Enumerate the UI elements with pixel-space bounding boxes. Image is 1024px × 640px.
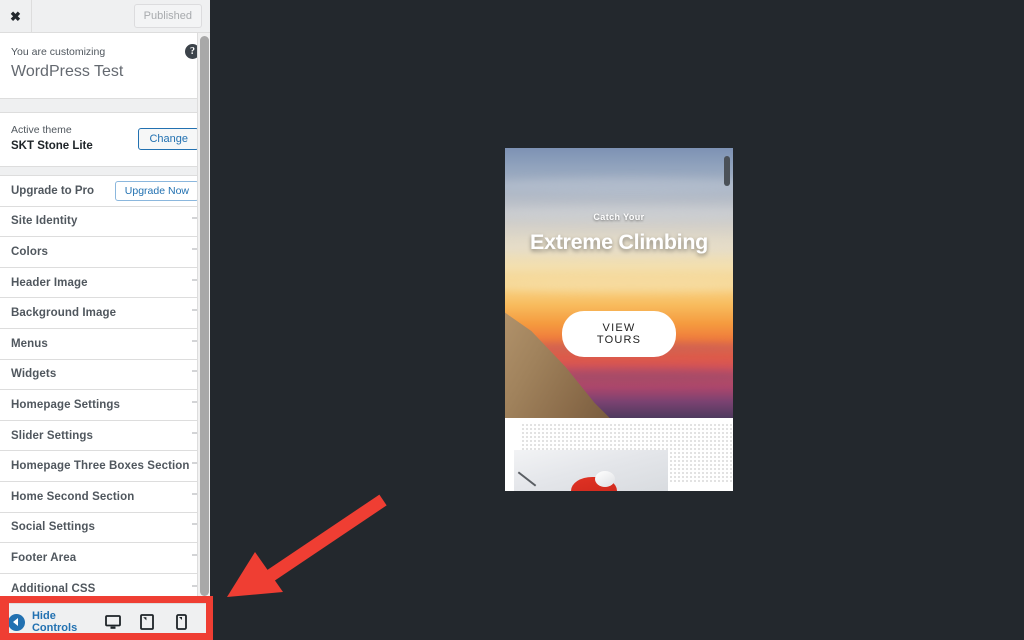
preview-scrollbar-thumb[interactable] [724,156,730,186]
section-item-label: Social Settings [11,521,95,534]
customizing-eyebrow: You are customizing [11,46,106,58]
annotation-arrow [227,494,387,597]
climber-helmet-shape [594,471,615,488]
customizer-header: ✖ Published [0,0,210,33]
hide-controls-button[interactable]: Hide Controls [8,610,104,634]
customizer-screen: ✖ Published You are customizing WordPres… [0,0,1024,640]
section-item-social-settings[interactable]: Social Settings [0,512,210,544]
section-item-homepage-settings[interactable]: Homepage Settings [0,390,210,421]
upgrade-now-button[interactable]: Upgrade Now [114,180,199,201]
site-title: WordPress Test [11,62,124,80]
section-item-site-identity[interactable]: Site Identity [0,206,210,238]
homepage-second-section [505,418,733,491]
mobile-preview-icon[interactable] [172,613,190,631]
hide-controls-label: Hide Controls [31,610,78,634]
upgrade-to-pro-label: Upgrade to Pro [11,184,95,197]
ice-axe-shape [517,471,537,487]
hero-subtitle: Catch Your [593,212,645,222]
section-item-menus[interactable]: Menus [0,328,210,360]
section-item-footer-area[interactable]: Footer Area [0,543,210,574]
section-item-widgets[interactable]: Widgets [0,359,210,391]
collapse-left-icon [8,613,25,631]
close-icon: ✖ [10,8,21,24]
active-theme-texts: Active theme SKT Stone Lite [11,123,138,155]
published-button[interactable]: Published [133,3,202,29]
change-theme-button[interactable]: Change [138,127,199,150]
close-customizer-button[interactable]: ✖ [0,0,32,32]
section-item-label: Homepage Three Boxes Section [11,460,190,473]
sidebar-scroll-area[interactable]: You are customizing WordPress Test ? Act… [0,33,210,603]
section-item-colors[interactable]: Colors [0,237,210,268]
view-tours-button[interactable]: VIEW TOURS [562,311,676,357]
section-item-label: Slider Settings [11,429,94,442]
section-item-label: Additional CSS [11,582,96,595]
section-item-homepage-three-boxes-section[interactable]: Homepage Three Boxes Section [0,451,210,482]
sidebar-scrollbar-thumb[interactable] [200,36,209,596]
section-item-label: Home Second Section [11,490,135,503]
section-item-label: Background Image [11,307,117,320]
section-item-additional-css[interactable]: Additional CSS [0,573,210,603]
active-theme-name: SKT Stone Lite [11,139,93,152]
desktop-preview-icon[interactable] [104,613,122,631]
climber-photo [514,450,668,491]
hero-title: Extreme Climbing [530,230,708,254]
section-item-header-image[interactable]: Header Image [0,267,210,299]
active-theme-label: Active theme [11,123,72,136]
upgrade-to-pro-row: Upgrade to Pro Upgrade Now [0,175,210,207]
section-item-label: Menus [11,337,48,350]
section-item-label: Homepage Settings [11,398,121,411]
customizer-footer-bar: Hide Controls [0,603,210,640]
customizer-section-list: Site Identity Colors Header Image Backgroun… [0,206,210,603]
active-theme-row: Active theme SKT Stone Lite Change [0,112,210,167]
section-item-label: Header Image [11,276,88,289]
section-item-label: Widgets [11,368,57,381]
sidebar-scrollbar-track[interactable] [197,33,210,603]
section-item-label: Footer Area [11,551,77,564]
device-preview-buttons [104,613,202,631]
section-item-slider-settings[interactable]: Slider Settings [0,420,210,452]
tablet-preview-icon[interactable] [138,613,156,631]
theme-divider [0,166,210,176]
customizing-info-panel: You are customizing WordPress Test ? [0,33,210,99]
section-item-home-second-section[interactable]: Home Second Section [0,481,210,513]
customizer-sidebar: ✖ Published You are customizing WordPres… [0,0,210,640]
section-item-label: Colors [11,245,49,258]
section-item-label: Site Identity [11,215,78,228]
site-preview-frame[interactable]: Catch Your Extreme Climbing VIEW TOURS [505,148,733,491]
publish-area: Published [32,3,210,29]
hero-slider: Catch Your Extreme Climbing VIEW TOURS [505,148,733,418]
section-item-background-image[interactable]: Background Image [0,298,210,329]
panel-divider [0,98,210,113]
